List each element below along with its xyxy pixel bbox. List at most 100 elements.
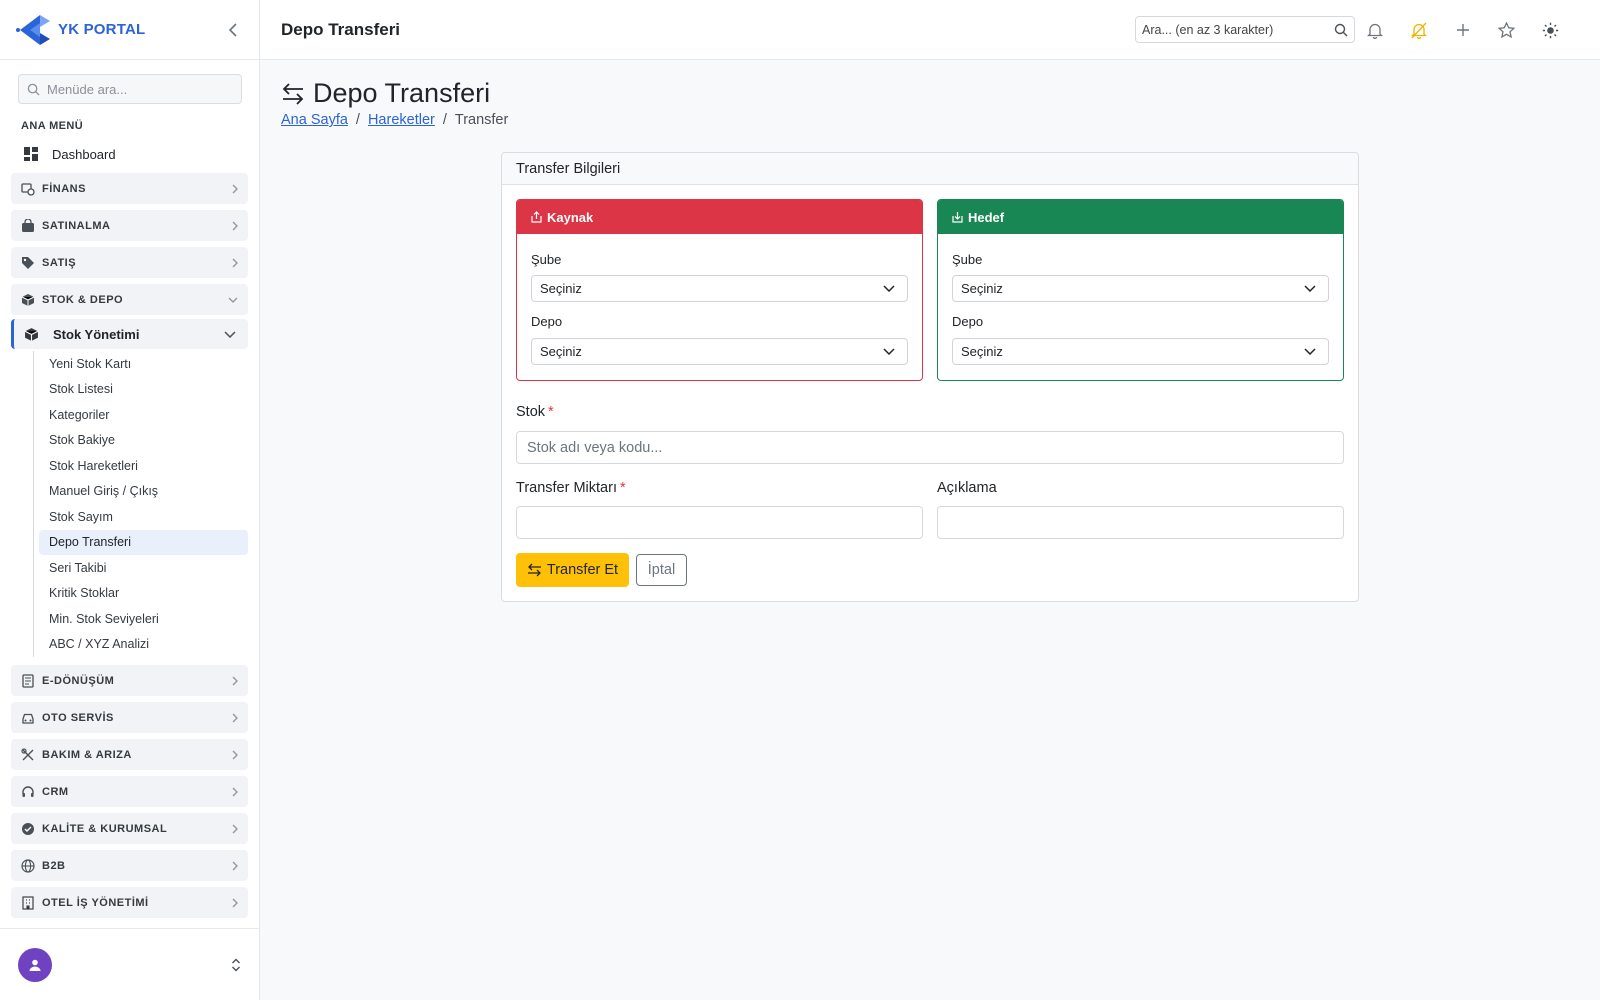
bell-off-icon[interactable] xyxy=(1408,19,1430,41)
submenu-item-abc-xyz-analizi[interactable]: ABC / XYZ Analizi xyxy=(34,632,248,658)
stock-input[interactable] xyxy=(516,431,1344,464)
source-branch-select[interactable]: Seçiniz xyxy=(531,275,908,302)
submenu-item-stok-hareketleri[interactable]: Stok Hareketleri xyxy=(34,453,248,479)
download-box-icon xyxy=(952,212,963,223)
sidebar-item-stok-yonetimi[interactable]: Stok Yönetimi xyxy=(11,319,248,349)
chevron-right-icon xyxy=(232,787,238,797)
submenu-item-stok-listesi[interactable]: Stok Listesi xyxy=(34,377,248,403)
submenu-item-seri-takibi[interactable]: Seri Takibi xyxy=(34,555,248,581)
bell-icon[interactable] xyxy=(1364,19,1386,41)
sidebar-group-crm[interactable]: CRM xyxy=(11,776,248,807)
menu-search-input[interactable] xyxy=(47,81,227,97)
target-branch-value: Seçiniz xyxy=(961,281,1003,296)
sidebar-group-e-donusum[interactable]: E-DÖNÜŞÜM xyxy=(11,665,248,696)
sidebar-group-label: SATINALMA xyxy=(42,219,111,232)
sidebar-group-label: B2B xyxy=(42,859,66,872)
headset-icon xyxy=(21,785,35,799)
sidebar-group-label: CRM xyxy=(42,785,69,798)
chevron-right-icon xyxy=(232,750,238,760)
building-icon xyxy=(21,895,35,910)
user-avatar[interactable] xyxy=(18,947,52,982)
source-panel: Kaynak Şube Seçiniz Depo Seçiniz xyxy=(516,199,923,381)
target-depot-select[interactable]: Seçiniz xyxy=(952,338,1329,365)
box-icon xyxy=(21,293,35,307)
target-panel: Hedef Şube Seçiniz Depo Seçiniz xyxy=(937,199,1344,381)
chevron-right-icon xyxy=(232,898,238,908)
collapse-sidebar-icon[interactable] xyxy=(223,20,243,40)
brand-name: YK PORTAL xyxy=(58,21,146,38)
search-icon xyxy=(27,83,40,96)
submenu-item-kritik-stoklar[interactable]: Kritik Stoklar xyxy=(34,581,248,607)
sidebar-group-finans[interactable]: FİNANS xyxy=(11,173,248,204)
sidebar-group-otel-is-yonetimi[interactable]: OTEL İŞ YÖNETİMİ xyxy=(11,887,248,918)
dashboard-icon xyxy=(24,147,38,161)
star-icon[interactable] xyxy=(1495,19,1517,41)
breadcrumb-current: Transfer xyxy=(454,112,509,128)
sidebar-group-label: KALİTE & KURUMSAL xyxy=(42,822,168,835)
car-icon xyxy=(21,711,35,725)
quantity-input[interactable] xyxy=(516,506,923,539)
source-panel-header: Kaynak xyxy=(517,200,922,234)
brand-logo[interactable] xyxy=(16,13,50,47)
stock-label-text: Stok xyxy=(516,404,546,420)
page-title: Depo Transferi xyxy=(313,78,491,108)
sun-icon[interactable] xyxy=(1539,19,1561,41)
chevron-right-icon xyxy=(232,258,238,268)
chevron-down-icon xyxy=(228,297,238,303)
chevron-down-icon xyxy=(883,285,895,292)
target-depot-label: Depo xyxy=(952,314,984,329)
upload-box-icon xyxy=(531,211,542,223)
transfer-arrows-icon xyxy=(281,82,305,105)
transfer-button-label: Transfer Et xyxy=(546,562,619,578)
transfer-button[interactable]: Transfer Et xyxy=(516,553,629,587)
sidebar-item-label: Stok Yönetimi xyxy=(53,326,140,342)
chevron-right-icon xyxy=(232,221,238,231)
sidebar-group-bakim-ariza[interactable]: BAKIM & ARIZA xyxy=(11,739,248,770)
submenu-item-depo-transferi[interactable]: Depo Transferi xyxy=(39,529,248,555)
search-icon[interactable] xyxy=(1334,23,1348,37)
sidebar-item-dashboard[interactable]: Dashboard xyxy=(12,142,248,166)
sidebar-group-label: E-DÖNÜŞÜM xyxy=(42,674,115,687)
plus-icon[interactable] xyxy=(1452,19,1474,41)
box-icon xyxy=(24,327,39,341)
transfer-arrows-icon xyxy=(527,563,541,577)
submenu-item-kategoriler[interactable]: Kategoriler xyxy=(34,402,248,428)
submenu-item-manuel-giris-cikis[interactable]: Manuel Giriş / Çıkış xyxy=(34,479,248,505)
expand-collapse-icon[interactable] xyxy=(231,958,241,972)
breadcrumb-hareketler-link[interactable]: Hareketler xyxy=(368,112,435,128)
global-search-input[interactable] xyxy=(1142,22,1327,37)
source-branch-value: Seçiniz xyxy=(540,281,582,296)
submenu-item-min-stok-seviyeleri[interactable]: Min. Stok Seviyeleri xyxy=(34,606,248,632)
required-mark: * xyxy=(619,480,626,496)
submenu-item-yeni-stok-karti[interactable]: Yeni Stok Kartı xyxy=(34,351,248,377)
tag-icon xyxy=(21,256,35,270)
target-branch-select[interactable]: Seçiniz xyxy=(952,275,1329,302)
sidebar-footer xyxy=(0,928,259,1000)
chevron-right-icon xyxy=(232,676,238,686)
sidebar-group-kalite-kurumsal[interactable]: KALİTE & KURUMSAL xyxy=(11,813,248,844)
source-branch-label: Şube xyxy=(531,252,562,267)
sidebar-group-label: FİNANS xyxy=(42,182,86,195)
chevron-right-icon xyxy=(232,861,238,871)
global-search[interactable] xyxy=(1135,16,1355,43)
sidebar-group-b2b[interactable]: B2B xyxy=(11,850,248,881)
sidebar-group-satinalma[interactable]: SATINALMA xyxy=(11,210,248,241)
sidebar-group-label: BAKIM & ARIZA xyxy=(42,748,132,761)
breadcrumb-home-link[interactable]: Ana Sayfa xyxy=(281,112,348,128)
menu-search[interactable] xyxy=(18,74,242,104)
chevron-right-icon xyxy=(232,184,238,194)
topbar-title: Depo Transferi xyxy=(281,19,401,39)
stock-label: Stok * xyxy=(516,404,554,420)
source-depot-select[interactable]: Seçiniz xyxy=(531,338,908,365)
target-branch-label: Şube xyxy=(952,252,983,267)
chevron-right-icon xyxy=(232,713,238,723)
document-icon xyxy=(21,673,35,688)
target-depot-value: Seçiniz xyxy=(961,344,1003,359)
description-input[interactable] xyxy=(937,506,1344,539)
submenu-item-stok-sayim[interactable]: Stok Sayım xyxy=(34,504,248,530)
sidebar-group-stok-depo[interactable]: STOK & DEPO xyxy=(11,284,248,315)
cancel-button[interactable]: İptal xyxy=(636,554,687,586)
sidebar-group-satis[interactable]: SATIŞ xyxy=(11,247,248,278)
sidebar-group-oto-servis[interactable]: OTO SERVİS xyxy=(11,702,248,733)
submenu-item-stok-bakiye[interactable]: Stok Bakiye xyxy=(34,428,248,454)
